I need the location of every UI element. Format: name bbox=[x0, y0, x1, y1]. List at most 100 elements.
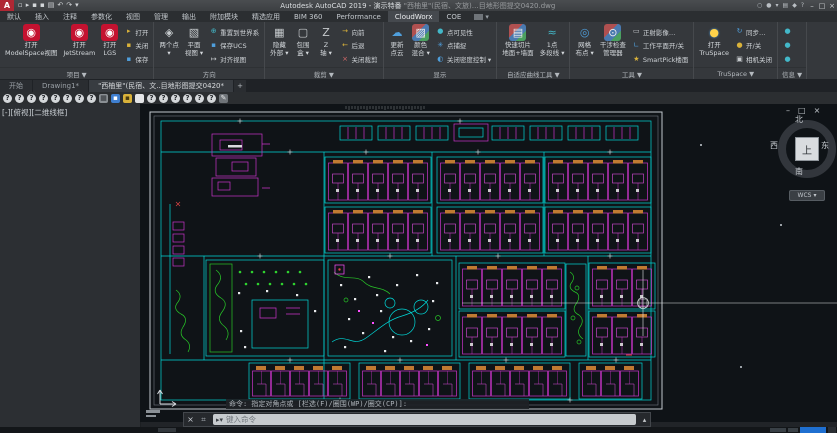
notification-icon[interactable]: ◆ bbox=[792, 2, 797, 9]
close-button[interactable]: × bbox=[827, 2, 837, 10]
ribbon-button-关闭[interactable]: ▪关闭 bbox=[124, 40, 148, 50]
maximize-button[interactable]: □ bbox=[817, 2, 827, 10]
ribbon-button-开/关[interactable]: ●开/关 bbox=[735, 40, 772, 50]
save-icon[interactable]: ▪ bbox=[32, 2, 37, 9]
ribbon-button-相机关闭[interactable]: ▣相机关闭 bbox=[735, 54, 772, 64]
search-icon[interactable]: ○ bbox=[757, 2, 762, 9]
ribbon-tab-视图[interactable]: 视图 bbox=[119, 11, 147, 22]
ribbon-tab-BIM 360[interactable]: BIM 360 bbox=[287, 11, 330, 22]
ribbon-overflow-button[interactable]: ▾ bbox=[468, 11, 495, 22]
ribbon-button-点捕捉[interactable]: ✳点捕捉 bbox=[436, 40, 491, 50]
app-store-icon[interactable]: ▤ bbox=[783, 2, 789, 9]
question-icon[interactable]: ? bbox=[3, 94, 12, 103]
ribbon-tab-附加模块[interactable]: 附加模块 bbox=[203, 11, 245, 22]
ribbon-button-保存[interactable]: ▪保存 bbox=[124, 54, 148, 64]
compass-south[interactable]: 南 bbox=[794, 166, 804, 177]
ribbon-tab-插入[interactable]: 插入 bbox=[28, 11, 56, 22]
viewport-controls-label[interactable]: [-][俯视][二维线框] bbox=[2, 107, 67, 118]
command-close-button[interactable]: × bbox=[184, 415, 197, 424]
ribbon-button-info-3[interactable]: ● bbox=[783, 55, 792, 64]
ribbon-button-快速切片[interactable]: ▤快速切片地面+墙面 bbox=[500, 24, 535, 67]
ribbon-button-info-1[interactable]: ● bbox=[783, 27, 792, 36]
help-icon[interactable]: ? bbox=[801, 2, 804, 9]
ribbon-button-包围[interactable]: ▢包围盒 ▾ bbox=[293, 24, 314, 67]
question-icon[interactable]: ? bbox=[195, 94, 204, 103]
question-icon[interactable]: ? bbox=[63, 94, 72, 103]
new-icon[interactable]: ▫ bbox=[18, 2, 23, 9]
ribbon-tab-管理[interactable]: 管理 bbox=[147, 11, 175, 22]
ribbon-panel-label[interactable]: 项目 ▼ bbox=[0, 67, 153, 79]
compass-east[interactable]: 东 bbox=[820, 140, 830, 151]
minimize-button[interactable]: – bbox=[807, 2, 817, 10]
ribbon-button-平面[interactable]: ▧平面视图 ▾ bbox=[183, 24, 205, 67]
ribbon-panel-label[interactable]: 工具 ▼ bbox=[570, 67, 693, 79]
status-item-active[interactable] bbox=[800, 427, 826, 433]
ribbon-tab-Performance[interactable]: Performance bbox=[330, 11, 388, 22]
question-icon[interactable]: ? bbox=[27, 94, 36, 103]
redo-icon[interactable]: ↷ bbox=[66, 2, 72, 9]
ribbon-button-重置到世界系[interactable]: ⊕重置到世界系 bbox=[209, 27, 259, 37]
ribbon-button-Z[interactable]: ZZ轴 ▾ bbox=[316, 24, 337, 67]
ribbon-panel-label[interactable]: 信息 ▼ bbox=[778, 67, 806, 79]
command-input[interactable]: ▸▾ 键入命令 bbox=[213, 414, 636, 425]
model-space-viewport[interactable]: 命令: 指定对角点或 [栏选(F)/圈围(WP)/圈交(CP)]: bbox=[140, 104, 837, 422]
ribbon-panel-label[interactable]: TruSpace ▼ bbox=[694, 67, 777, 79]
ribbon-button-隐藏[interactable]: ▦隐藏外部 ▾ bbox=[268, 24, 290, 67]
customize-icon[interactable]: ⌗ bbox=[197, 415, 210, 425]
ribbon-tab-注释[interactable]: 注释 bbox=[56, 11, 84, 22]
yellow-icon[interactable]: ▪ bbox=[123, 94, 132, 103]
ribbon-button-向前[interactable]: →向前 bbox=[341, 27, 378, 37]
question-icon[interactable]: ? bbox=[15, 94, 24, 103]
sign-in-icon[interactable]: ● bbox=[766, 2, 771, 9]
blue-icon[interactable]: ▪ bbox=[111, 94, 120, 103]
file-tab-2[interactable]: "西柚里"(民宿、文..目地形图提交0420* bbox=[89, 80, 233, 92]
ribbon-button-对齐视图[interactable]: ↦对齐视图 bbox=[209, 54, 259, 64]
open-icon[interactable]: ▸ bbox=[26, 2, 30, 9]
status-item[interactable] bbox=[770, 428, 786, 432]
ribbon-tab-CloudWorx[interactable]: CloudWorx bbox=[388, 11, 440, 22]
square-icon[interactable]: ▪ bbox=[135, 94, 144, 103]
question-icon[interactable]: ? bbox=[51, 94, 60, 103]
ribbon-button-1点[interactable]: ≈1点多段线 ▾ bbox=[538, 24, 567, 67]
ribbon-tab-COE[interactable]: COE bbox=[439, 11, 468, 22]
ribbon-button-同步…[interactable]: ↻同步… bbox=[735, 27, 772, 37]
ribbon-button-打开[interactable]: ●打开TruSpace bbox=[697, 24, 731, 67]
question-icon[interactable]: ? bbox=[39, 94, 48, 103]
ribbon-tab-精选应用[interactable]: 精选应用 bbox=[245, 11, 287, 22]
ribbon-tab-默认[interactable]: 默认 bbox=[0, 11, 28, 22]
ribbon-button-正射影像…[interactable]: ▭正射影像… bbox=[632, 27, 689, 37]
new-drawing-tab-button[interactable]: + bbox=[234, 80, 246, 92]
command-expand-icon[interactable]: ▴ bbox=[639, 416, 650, 424]
view-cube[interactable]: 北 南 西 东 上 WCS ▾ bbox=[776, 118, 837, 218]
ribbon-button-打开[interactable]: ◉打开JetStream bbox=[61, 24, 97, 67]
account-dropdown-icon[interactable]: ▾ bbox=[776, 2, 779, 9]
question-icon[interactable]: ? bbox=[207, 94, 216, 103]
question-icon[interactable]: ? bbox=[171, 94, 180, 103]
file-tab-1[interactable]: Drawing1* bbox=[33, 80, 88, 92]
status-item[interactable] bbox=[788, 428, 798, 432]
ribbon-button-点可见性[interactable]: ●点可见性 bbox=[436, 27, 491, 37]
file-tab-0[interactable]: 开始 bbox=[0, 80, 32, 92]
ribbon-button-更新[interactable]: ☁更新点云 bbox=[387, 24, 408, 67]
ribbon-button-打开[interactable]: ◉打开ModelSpace视图 bbox=[3, 24, 59, 67]
ribbon-tab-参数化[interactable]: 参数化 bbox=[84, 11, 119, 22]
question-icon[interactable]: ? bbox=[75, 94, 84, 103]
ribbon-button-干涉检查[interactable]: ⊙干涉检查管理器 bbox=[598, 24, 628, 67]
viewport-minimize-icon[interactable]: – bbox=[786, 107, 790, 115]
save-as-icon[interactable]: ▪ bbox=[40, 2, 45, 9]
compass-north[interactable]: 北 bbox=[794, 114, 804, 125]
ribbon-button-网格[interactable]: ◎网格布点 ▾ bbox=[573, 24, 595, 67]
ribbon-panel-label[interactable]: 裁剪 ▼ bbox=[265, 67, 382, 79]
ribbon-button-打开[interactable]: ◉打开LGS bbox=[99, 24, 120, 67]
ribbon-button-关闭密度控制 ▾[interactable]: ◐关闭密度控制 ▾ bbox=[436, 54, 491, 64]
undo-icon[interactable]: ↶ bbox=[57, 2, 63, 9]
ribbon-button-关闭裁剪[interactable]: ×关闭裁剪 bbox=[341, 54, 378, 64]
ribbon-button-SmartPick楼面[interactable]: ★SmartPick楼面 bbox=[632, 54, 689, 64]
question-icon[interactable]: ? bbox=[183, 94, 192, 103]
ribbon-panel-label[interactable]: 显示 bbox=[384, 67, 497, 79]
ribbon-panel-label[interactable]: 自适应曲线工具 ▼ bbox=[497, 67, 569, 79]
plot-icon[interactable]: ▤ bbox=[48, 2, 55, 9]
compass-west[interactable]: 西 bbox=[769, 140, 779, 151]
ribbon-button-两个点[interactable]: ◈两个点▾ bbox=[157, 24, 181, 67]
question-icon[interactable]: ? bbox=[147, 94, 156, 103]
